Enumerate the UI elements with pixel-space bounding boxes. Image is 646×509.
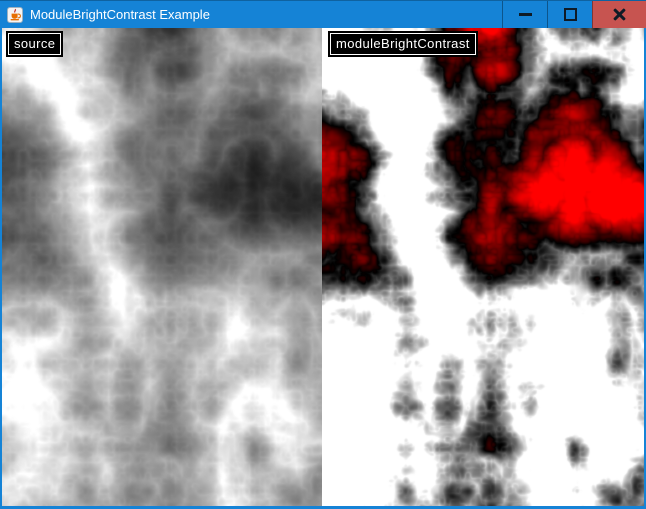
window-title: ModuleBrightContrast Example — [30, 7, 210, 23]
maximize-icon — [564, 8, 577, 21]
maximize-button[interactable] — [547, 1, 592, 28]
app-window: ModuleBrightContrast Example source modu… — [0, 0, 646, 509]
java-coffee-icon — [7, 7, 23, 23]
brightcontrast-image — [322, 28, 644, 506]
image-grid: source moduleBrightContrast — [2, 28, 644, 506]
titlebar[interactable]: ModuleBrightContrast Example — [0, 0, 646, 28]
window-controls — [502, 1, 646, 28]
source-image — [2, 28, 322, 506]
close-icon — [613, 8, 626, 21]
source-label: source — [8, 33, 61, 55]
panel-brightcontrast: moduleBrightContrast — [322, 28, 644, 506]
minimize-button[interactable] — [502, 1, 547, 28]
minimize-icon — [519, 13, 532, 16]
brightcontrast-label: moduleBrightContrast — [330, 33, 476, 55]
panel-source: source — [2, 28, 322, 506]
close-button[interactable] — [592, 1, 646, 28]
